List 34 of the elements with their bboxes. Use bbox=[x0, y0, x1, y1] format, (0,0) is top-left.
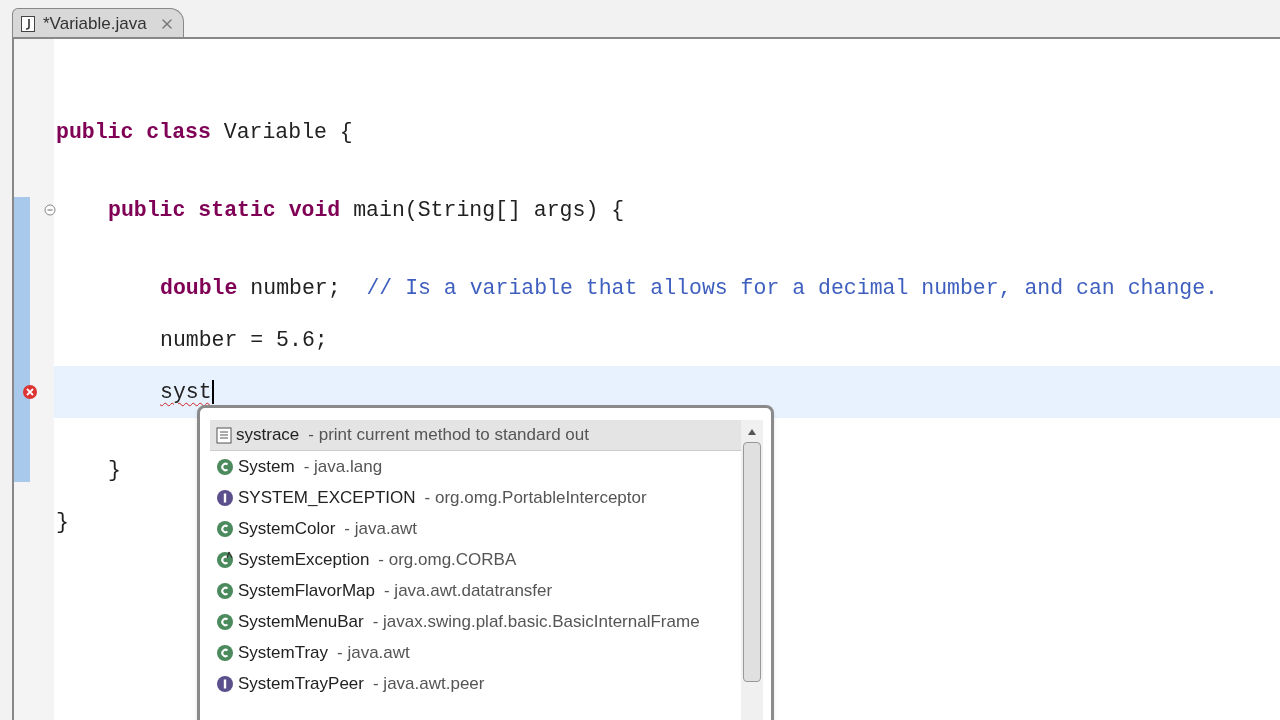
scrollbar[interactable] bbox=[741, 420, 763, 720]
code-line: } bbox=[55, 508, 69, 536]
scroll-up-icon[interactable] bbox=[747, 428, 757, 436]
interface-icon bbox=[216, 488, 234, 507]
abstract-class-icon bbox=[216, 550, 234, 569]
completion-item[interactable]: systrace - print current method to standard out bbox=[210, 420, 741, 451]
code-line: number = 5.6; bbox=[159, 326, 328, 354]
code-line: syst bbox=[159, 378, 214, 407]
class-icon bbox=[216, 643, 234, 662]
completion-item[interactable]: SystemTrayPeer - java.awt.peer bbox=[210, 668, 741, 699]
code-line: double number; // Is a variable that allows for a decimal number, and can change. bbox=[159, 274, 1218, 302]
completion-item[interactable]: SystemTray - java.awt bbox=[210, 637, 741, 668]
class-icon bbox=[216, 457, 234, 476]
error-icon[interactable] bbox=[22, 384, 38, 400]
completion-item[interactable]: SystemColor - java.awt bbox=[210, 513, 741, 544]
editor-tab[interactable]: *Variable.java bbox=[12, 8, 184, 38]
code-line: public static void main(String[] args) { bbox=[107, 196, 625, 224]
code-line: } bbox=[107, 456, 121, 484]
interface-icon bbox=[216, 674, 234, 693]
completion-item[interactable]: SystemFlavorMap - java.awt.datatransfer bbox=[210, 575, 741, 606]
class-icon bbox=[216, 612, 234, 631]
tab-title: *Variable.java bbox=[43, 12, 147, 35]
code-line: public class Variable { bbox=[55, 118, 353, 146]
completion-item[interactable]: SystemMenuBar - javax.swing.plaf.basic.BasicInternalFrame bbox=[210, 606, 741, 637]
java-file-icon bbox=[21, 15, 35, 32]
scroll-thumb[interactable] bbox=[743, 442, 761, 682]
class-icon bbox=[216, 581, 234, 600]
completion-item[interactable]: SYSTEM_EXCEPTION - org.omg.PortableInterceptor bbox=[210, 482, 741, 513]
text-cursor bbox=[211, 380, 214, 405]
class-icon bbox=[216, 519, 234, 538]
completion-item[interactable]: SystemException - org.omg.CORBA bbox=[210, 544, 741, 575]
fold-icon[interactable] bbox=[44, 204, 56, 216]
template-icon bbox=[216, 426, 232, 444]
completion-item[interactable]: System - java.lang bbox=[210, 451, 741, 482]
